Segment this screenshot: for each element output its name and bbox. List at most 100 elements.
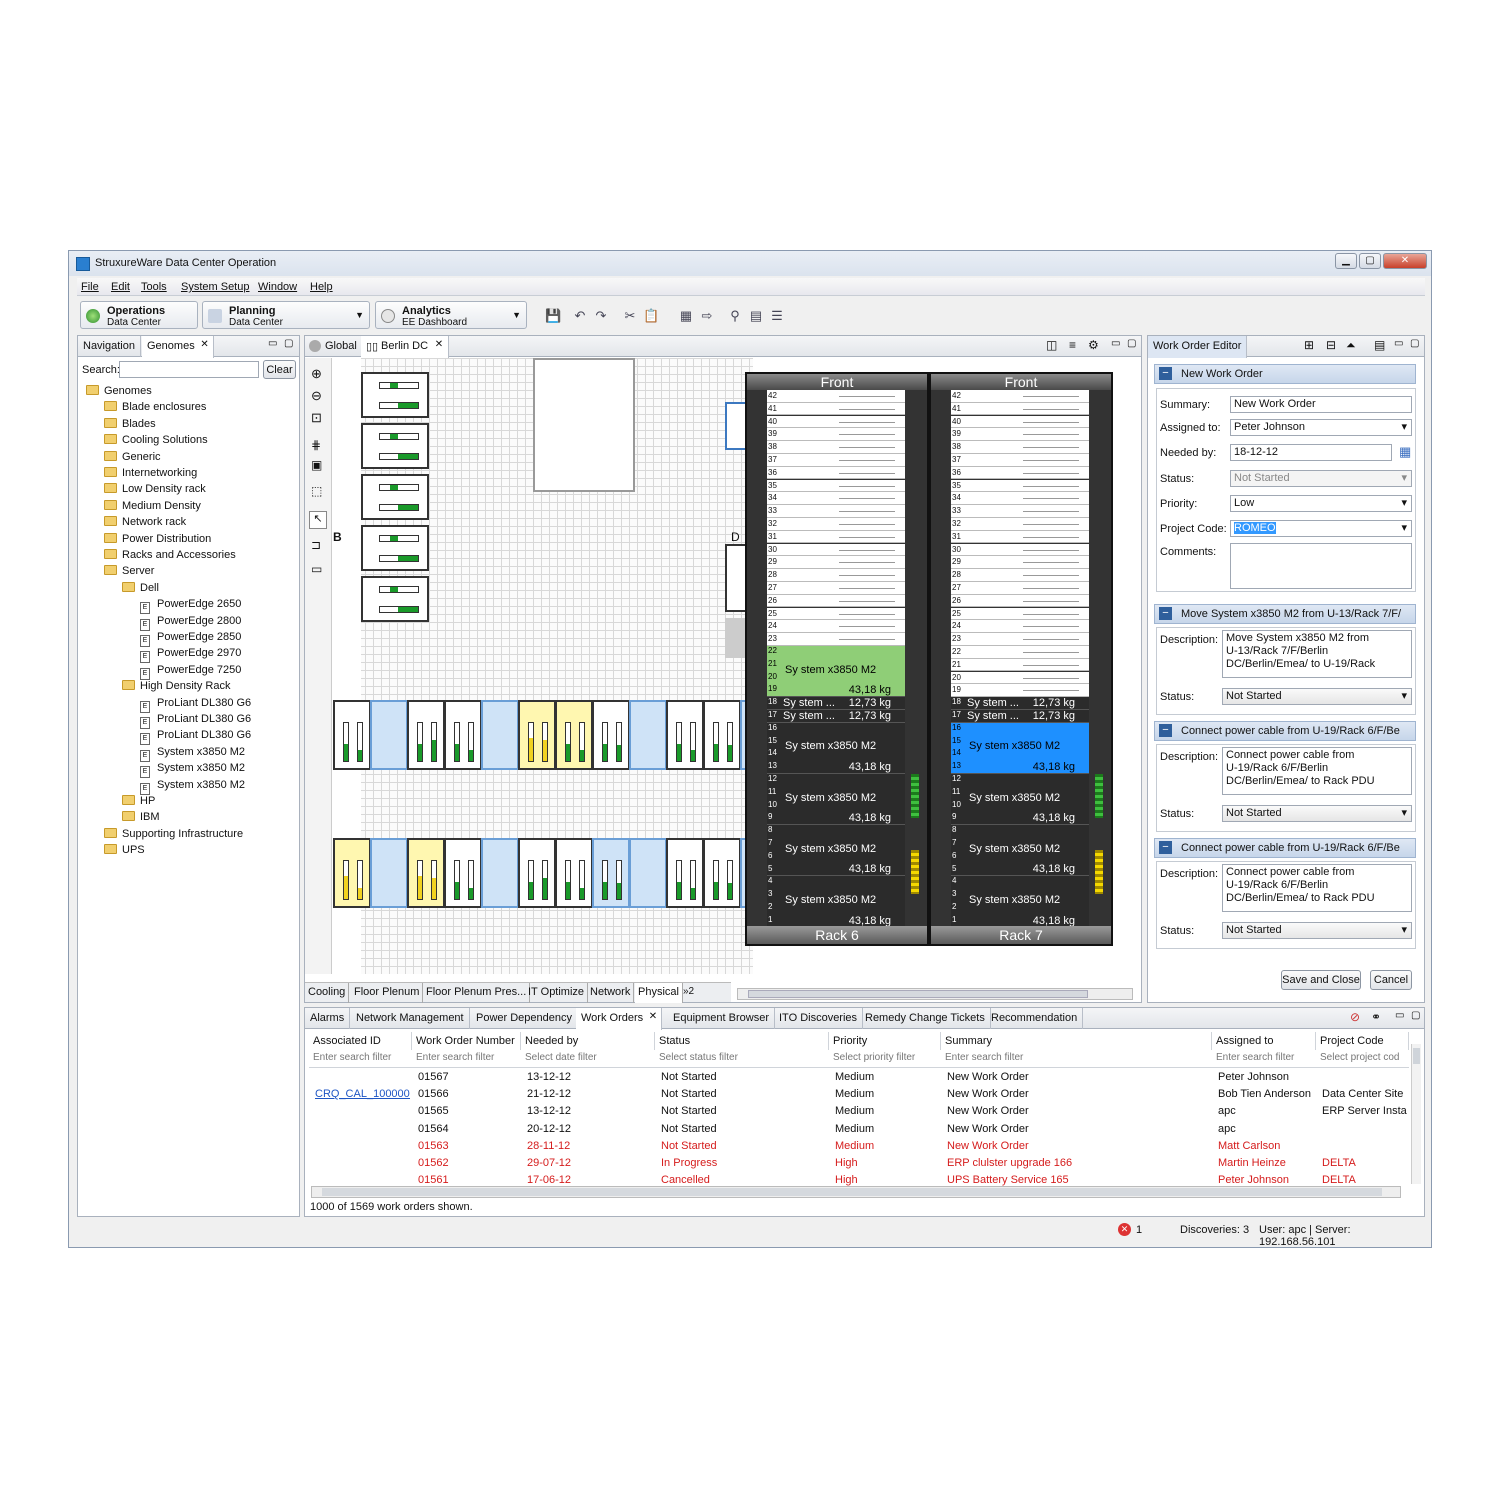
rack-unit-slot[interactable]: 36 (951, 466, 1089, 480)
save-icon[interactable]: 💾 (545, 308, 561, 324)
assigned-select[interactable]: Peter Johnson (1230, 419, 1412, 436)
description-textarea[interactable]: Connect power cable from U-19/Rack 6/F/Be… (1222, 864, 1412, 912)
tree-item[interactable]: Blade enclosures (104, 401, 206, 413)
rack-unit-slot[interactable]: 36 (767, 466, 905, 480)
table-row[interactable]: 01564 20-12-12 Not Started Medium New Work O… (309, 1122, 1409, 1139)
rack-unit-slot[interactable]: 21 (951, 658, 1089, 672)
grid-icon[interactable]: ⋕ (311, 438, 321, 452)
floor-plan-canvas[interactable]: B D (333, 358, 778, 974)
discoveries-count[interactable]: Discoveries: 3 (1180, 1224, 1249, 1236)
tree-item[interactable]: E System x3850 M2 (140, 746, 245, 762)
note-icon[interactable]: ▭ (311, 562, 322, 576)
tree-item[interactable]: Server (104, 565, 154, 577)
rack-unit-slot[interactable]: 33 (951, 505, 1089, 518)
tree-item[interactable]: Blades (104, 417, 156, 430)
rack-unit-slot[interactable]: 35 (767, 479, 905, 493)
tree-item[interactable]: IBM (122, 811, 160, 823)
zoom-out-icon[interactable]: ⊖ (311, 388, 322, 404)
tab-bottom[interactable]: Network Management (351, 1008, 470, 1029)
column-header[interactable]: Assigned to (1212, 1032, 1316, 1050)
maximize-view-icon[interactable]: ▢ (284, 338, 293, 349)
list-view-icon[interactable]: ≡ (1069, 338, 1076, 352)
rack-thumbnail[interactable] (555, 838, 593, 908)
print-icon[interactable]: ▤ (1374, 338, 1385, 352)
rack-thumbnail[interactable] (629, 700, 667, 770)
rack-unit-slot[interactable]: 28 (767, 569, 905, 582)
tree-item[interactable]: High Density Rack (122, 680, 230, 692)
rack-unit-slot[interactable]: 22 (951, 646, 1089, 659)
rack-thumbnail[interactable] (518, 700, 556, 770)
tab-bottom[interactable]: Recommendation (986, 1008, 1084, 1029)
rack-device[interactable]: Sy stem x3850 M2 43,18 kg 8 7 6 5 (951, 825, 1089, 877)
table-row[interactable]: CRQ_CAL_1000004 01566 21-12-12 Not Started M… (309, 1087, 1409, 1104)
rack-unit-slot[interactable]: 28 (951, 569, 1089, 582)
view-tab[interactable]: Cooling (305, 983, 350, 1003)
rack-unit-slot[interactable]: 31 (951, 530, 1089, 544)
rack-thumbnail[interactable] (333, 700, 371, 770)
rack-unit-slot[interactable]: 40 (767, 415, 905, 429)
tree-item[interactable]: Cooling Solutions (104, 434, 208, 446)
column-header[interactable]: Associated ID (309, 1032, 412, 1050)
remove-icon[interactable]: ⊟ (1326, 338, 1336, 352)
rack-unit-slot[interactable]: 38 (767, 441, 905, 454)
cancel-button[interactable]: Cancel (1370, 970, 1412, 990)
close-tab-icon[interactable]: ✕ (435, 339, 443, 350)
column-filter-input[interactable]: Select project cod (1316, 1050, 1409, 1067)
export-icon[interactable]: ⇨ (699, 308, 715, 324)
view-tab[interactable]: Network (587, 983, 635, 1003)
report-icon[interactable]: ▤ (748, 308, 764, 324)
rack-unit-slot[interactable]: 39 (767, 428, 905, 441)
tab-bottom[interactable]: ITO Discoveries (774, 1008, 864, 1029)
column-header[interactable]: Work Order Number (412, 1032, 521, 1050)
chevron-down-icon[interactable]: ▼ (512, 310, 521, 320)
pointer-icon[interactable]: ↖ (309, 511, 327, 529)
rack-thumbnail[interactable] (518, 838, 556, 908)
rack-device[interactable]: Sy stem ... 12,73 kg 18 (767, 697, 905, 710)
vertical-scrollbar[interactable] (1411, 1044, 1421, 1184)
clear-button[interactable]: Clear (263, 360, 296, 379)
column-filter-input[interactable]: Select priority filter (829, 1050, 941, 1067)
rack-unit-slot[interactable]: 38 (951, 441, 1089, 454)
rack-unit-slot[interactable]: 27 (767, 582, 905, 595)
rack-thumbnail[interactable] (361, 372, 429, 418)
rack-unit-slot[interactable]: 27 (951, 582, 1089, 595)
paste-icon[interactable]: 📋 (643, 308, 659, 324)
minimize-view-icon[interactable]: ▭ (1394, 338, 1403, 349)
tab-navigation[interactable]: Navigation (78, 336, 141, 357)
rack-6-elevation[interactable]: Front 42 41 40 39 38 37 36 35 34 33 32 31 30 29 28 27 26 2… (745, 372, 929, 946)
column-filter-input[interactable]: Enter search filter (941, 1050, 1212, 1067)
tree-item[interactable]: Network rack (104, 516, 186, 528)
menu-edit[interactable]: Edit (111, 281, 130, 293)
description-textarea[interactable]: Move System x3850 M2 from U-13/Rack 7/F/B… (1222, 630, 1412, 678)
perspective-analytics[interactable]: Analytics EE Dashboard ▼ (375, 301, 527, 329)
rack-device[interactable]: Sy stem x3850 M2 43,18 kg 16 15 14 13 (951, 722, 1089, 774)
rack-thumbnail[interactable] (592, 700, 630, 770)
tab-bottom[interactable]: Alarms (305, 1008, 351, 1029)
rack-unit-slot[interactable]: 32 (767, 518, 905, 531)
tree-item[interactable]: HP (122, 795, 155, 807)
tab-work-order-editor[interactable]: Work Order Editor (1148, 336, 1248, 358)
tree-item[interactable]: E ProLiant DL380 G6 (140, 697, 251, 713)
add-icon[interactable]: ⊞ (1304, 338, 1314, 352)
rack-unit-slot[interactable]: 30 (951, 543, 1089, 557)
rack-thumbnail[interactable] (444, 700, 482, 770)
rack-thumbnail[interactable] (361, 423, 429, 469)
view-tab[interactable]: Floor Plenum (351, 983, 424, 1003)
menu-file[interactable]: File (81, 281, 99, 293)
maximize-view-icon[interactable]: ▢ (1410, 338, 1419, 349)
rack-unit-slot[interactable]: 25 (951, 607, 1089, 621)
tree-item[interactable]: E ProLiant DL380 G6 (140, 729, 251, 746)
view-tab[interactable]: Floor Plenum Pres... (423, 983, 531, 1003)
rack-unit-slot[interactable]: 41 (767, 402, 905, 416)
rack-device[interactable]: Sy stem x3850 M2 43,18 kg 16 15 14 13 (767, 722, 905, 774)
rack-thumbnail[interactable] (361, 474, 429, 520)
horizontal-scrollbar[interactable] (737, 988, 1133, 1000)
tree-item[interactable]: Medium Density (104, 499, 201, 512)
needed-date-input[interactable]: 18-12-12 (1230, 444, 1392, 461)
task-header[interactable]: Connect power cable from U-19/Rack 6/F/B… (1154, 721, 1416, 741)
tree-item[interactable]: E PowerEdge 2970 (140, 647, 241, 664)
fit-icon[interactable]: ⊡ (311, 410, 322, 426)
tab-bottom[interactable]: Remedy Change Tickets (860, 1008, 991, 1029)
menu-help[interactable]: Help (310, 281, 333, 293)
tree-item[interactable]: Low Density rack (104, 483, 206, 495)
